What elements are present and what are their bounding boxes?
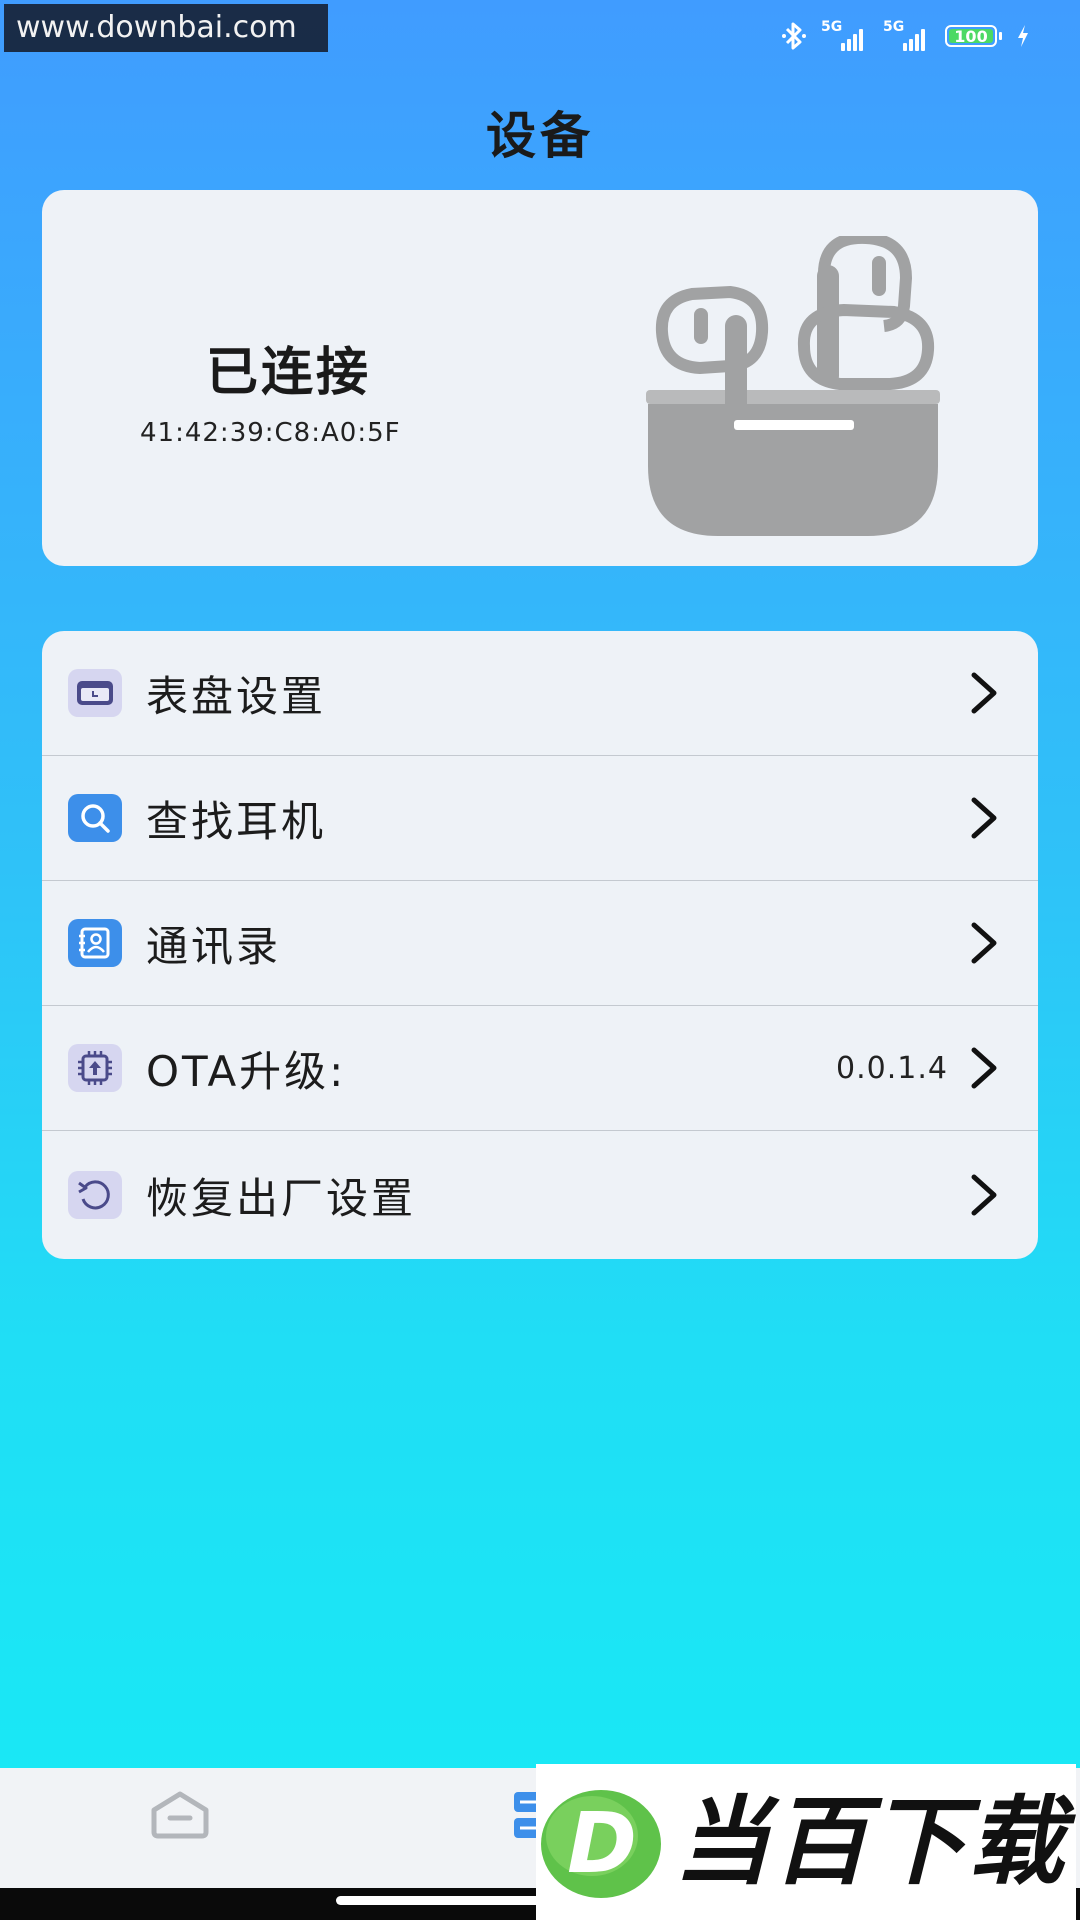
battery-icon: 100 (945, 25, 997, 47)
brand-name: 当百下载 (674, 1786, 1066, 1898)
device-card[interactable]: 已连接 41:42:39:C8:A0:5F (42, 190, 1038, 566)
menu-item-ota-upgrade[interactable]: OTA升级: 0.0.1.4 (42, 1006, 1038, 1131)
menu-item-label: 查找耳机 (146, 796, 327, 846)
menu-item-find-earbuds[interactable]: 查找耳机 (42, 756, 1038, 881)
menu-item-label: 通讯录 (146, 921, 282, 971)
network-type-label: 5G (883, 19, 905, 35)
brand-watermark: D 当百下载 (536, 1764, 1076, 1920)
signal-icon: 5G (883, 19, 931, 51)
chevron-right-icon (971, 672, 997, 714)
device-mac-address: 41:42:39:C8:A0:5F (140, 418, 401, 448)
menu-item-label: 恢复出厂设置 (146, 1173, 417, 1223)
page-title: 设备 (486, 107, 594, 165)
brand-logo-letter: D (567, 1794, 637, 1892)
status-bar: 5G 5G 100 (781, 18, 1030, 54)
bluetooth-icon (782, 22, 806, 50)
home-icon[interactable] (148, 1790, 212, 1840)
menu-item-label: OTA升级: (146, 1046, 347, 1096)
chevron-right-icon (971, 1047, 997, 1089)
chip-upgrade-icon (68, 1044, 122, 1092)
charging-icon (1018, 25, 1028, 47)
network-type-label: 5G (821, 19, 843, 35)
chevron-right-icon (971, 922, 997, 964)
menu-item-watch-face[interactable]: 表盘设置 (42, 631, 1038, 756)
battery-level: 100 (954, 26, 988, 46)
signal-icon: 5G (821, 19, 869, 51)
watch-face-icon (68, 669, 122, 717)
menu-item-contacts[interactable]: 通讯录 (42, 881, 1038, 1006)
menu-item-factory-reset[interactable]: 恢复出厂设置 (42, 1131, 1038, 1259)
site-watermark: www.downbai.com (4, 4, 328, 52)
earbuds-case-illustration (646, 236, 940, 536)
firmware-version: 0.0.1.4 (836, 1050, 948, 1086)
connection-status: 已连接 (206, 343, 372, 403)
brand-logo-icon: D (541, 1790, 661, 1898)
contacts-icon (68, 919, 122, 967)
search-icon (68, 794, 122, 842)
settings-menu: 表盘设置 查找耳机 通讯录 OTA升级: 0.0.1.4 恢复出厂设置 (42, 631, 1038, 1259)
menu-item-label: 表盘设置 (146, 671, 327, 721)
chevron-right-icon (971, 1174, 997, 1216)
reset-icon (68, 1171, 122, 1219)
chevron-right-icon (971, 797, 997, 839)
